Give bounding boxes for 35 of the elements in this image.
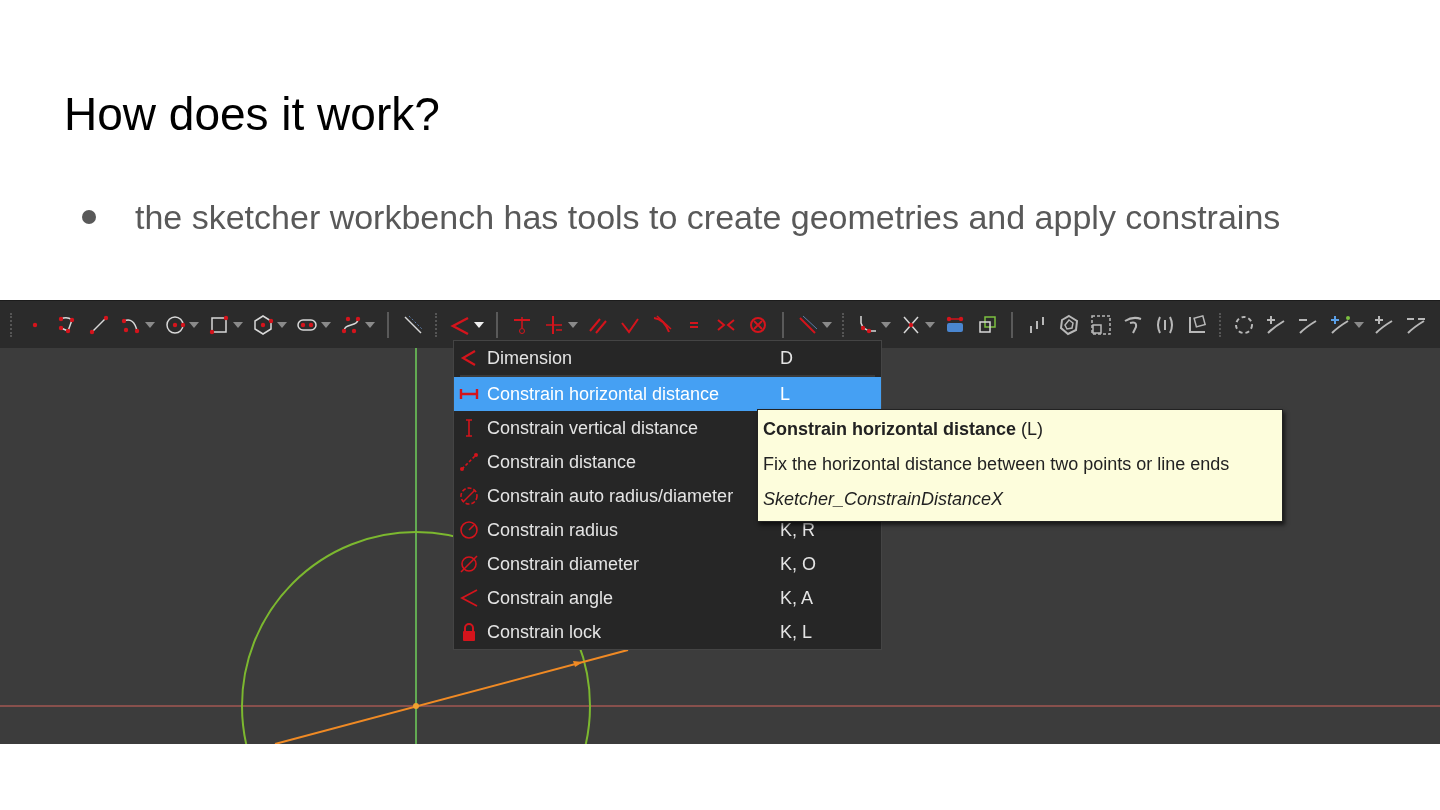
menu-item-label: Dimension [487,346,573,370]
bullet-text: the sketcher workbench has tools to create geometries and apply constrains [135,197,1281,237]
slide-title: How does it work? [64,87,441,142]
menu-item-label: Constrain lock [487,620,602,644]
dashed-square-icon[interactable] [1089,312,1113,337]
shortcut-label: L [780,382,790,406]
menu-item-label: Constrain vertical distance [487,416,699,440]
command-name: Sketcher_ConstrainDistanceX [763,488,1004,511]
tooltip-description: Fix the horizontal distance between two points or line ends [763,453,1230,476]
menu-item-label: Constrain auto radius/diameter [487,484,734,508]
menu-item[interactable]: Dimension D [454,341,881,375]
tooltip-title: Constrain horizontal distance (L) [763,418,1044,441]
diameter-icon [459,554,479,574]
menu-item[interactable]: Constrain diameter K, O [454,547,881,581]
angle-icon [459,588,479,608]
shortcut-label: K, L [780,620,813,644]
distance-icon [459,452,479,472]
caret-icon[interactable] [474,321,484,328]
menu-item-label: Constrain diameter [487,552,640,576]
shortcut-label: K, O [780,552,816,576]
hexagon-icon[interactable] [251,312,275,337]
shortcut-label: K, R [780,518,815,542]
menu-item-label: Constrain angle [487,586,614,610]
menu-item[interactable]: Constrain angle K, A [454,581,881,615]
shortcut-label: K, A [780,586,814,610]
bullet-icon [82,210,96,224]
dashed-circle-icon [459,486,479,506]
menu-item-label: Constrain radius [487,518,619,542]
menu-item[interactable]: Constrain lock K, L [454,615,881,649]
menu-item[interactable]: Constrain radius K, R [454,513,881,547]
shortcut-label: D [780,346,793,370]
menu-item-label: Constrain distance [487,450,637,474]
hexagon-icon[interactable] [1057,312,1081,337]
radius-icon [459,520,479,540]
menu-item-label: Constrain horizontal distance [487,382,720,406]
